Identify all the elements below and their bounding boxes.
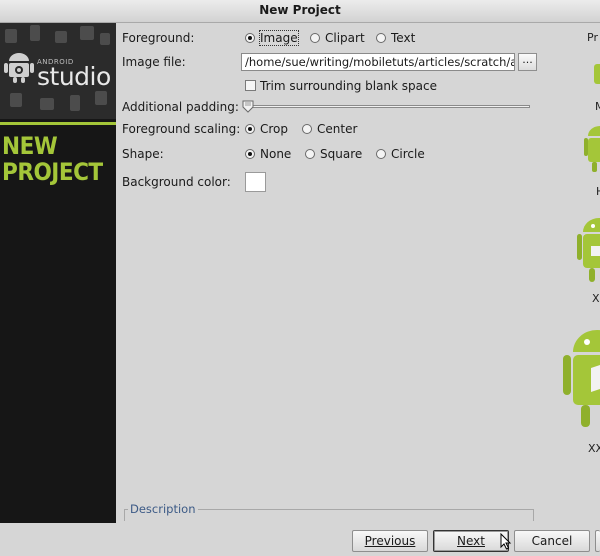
foreground-text-radio[interactable]: Text — [376, 29, 415, 47]
sidebar: ANDROID studio NEW PROJECT — [0, 23, 116, 523]
finish-button-partial[interactable] — [595, 530, 600, 552]
next-button[interactable]: Next — [433, 530, 509, 552]
android-preview-hdpi-icon — [584, 126, 600, 172]
previous-button[interactable]: Previous — [352, 530, 428, 552]
padding-label: Additional padding: — [122, 100, 239, 114]
padding-slider-track[interactable] — [244, 105, 530, 108]
radio-indicator — [376, 33, 386, 43]
shape-none-label: None — [260, 147, 292, 161]
background-color-label: Background color: — [122, 175, 231, 189]
image-file-label: Image file: — [122, 55, 186, 69]
android-preview-xxhdpi-icon — [563, 330, 600, 427]
scaling-crop-radio[interactable]: Crop — [245, 120, 288, 138]
shape-circle-radio[interactable]: Circle — [376, 145, 425, 163]
scaling-crop-label: Crop — [260, 122, 289, 136]
foreground-image-radio[interactable]: Image — [245, 29, 299, 47]
previous-button-label: Previous — [364, 534, 416, 548]
preview-label-x: X — [592, 292, 600, 305]
page-heading-line-2: PROJECT — [2, 158, 103, 186]
shape-none-radio[interactable]: None — [245, 145, 291, 163]
padding-slider-thumb[interactable] — [242, 100, 254, 113]
shape-square-label: Square — [320, 147, 363, 161]
trim-label: Trim surrounding blank space — [260, 79, 438, 93]
radio-indicator — [302, 124, 312, 134]
trim-checkbox[interactable] — [245, 80, 256, 91]
background-color-swatch[interactable] — [245, 172, 266, 192]
preview-label-m: M — [595, 100, 600, 113]
radio-indicator — [376, 149, 386, 159]
radio-indicator — [310, 33, 320, 43]
page-heading: NEW PROJECT — [2, 133, 103, 185]
foreground-label: Foreground: — [122, 31, 195, 45]
foreground-image-label: Image — [259, 30, 299, 46]
radio-indicator — [245, 124, 255, 134]
cancel-button-label: Cancel — [531, 534, 573, 548]
android-preview-xhdpi-icon — [577, 218, 600, 282]
foreground-clipart-radio[interactable]: Clipart — [310, 29, 365, 47]
shape-square-radio[interactable]: Square — [305, 145, 362, 163]
cancel-button[interactable]: Cancel — [514, 530, 590, 552]
android-robot-gear-icon — [4, 53, 34, 83]
window-title: New Project — [259, 3, 341, 17]
preview-label-h: H — [596, 185, 600, 198]
logo-big-text: studio — [37, 62, 111, 91]
radio-indicator — [245, 149, 255, 159]
radio-indicator — [245, 33, 255, 43]
shape-circle-label: Circle — [391, 147, 425, 161]
radio-indicator — [305, 149, 315, 159]
preview-label-xx: XX — [588, 442, 600, 455]
foreground-text-label: Text — [391, 31, 416, 45]
description-label: Description — [128, 502, 198, 516]
window-title-bar: New Project — [0, 0, 600, 23]
scaling-center-radio[interactable]: Center — [302, 120, 357, 138]
accent-line — [0, 122, 116, 125]
scaling-label: Foreground scaling: — [122, 122, 241, 136]
browse-button[interactable]: ... — [518, 53, 537, 71]
scaling-center-label: Center — [317, 122, 358, 136]
preview-header: Pr — [587, 31, 598, 44]
mouse-pointer-icon — [500, 533, 512, 550]
next-button-label: Next — [457, 534, 485, 548]
android-studio-banner: ANDROID studio — [0, 23, 116, 119]
foreground-clipart-label: Clipart — [325, 31, 365, 45]
android-preview-mdpi-icon — [594, 64, 600, 84]
shape-label: Shape: — [122, 147, 164, 161]
image-file-input[interactable]: /home/sue/writing/mobiletuts/articles/sc… — [241, 53, 515, 71]
page-heading-line-1: NEW — [2, 132, 58, 160]
